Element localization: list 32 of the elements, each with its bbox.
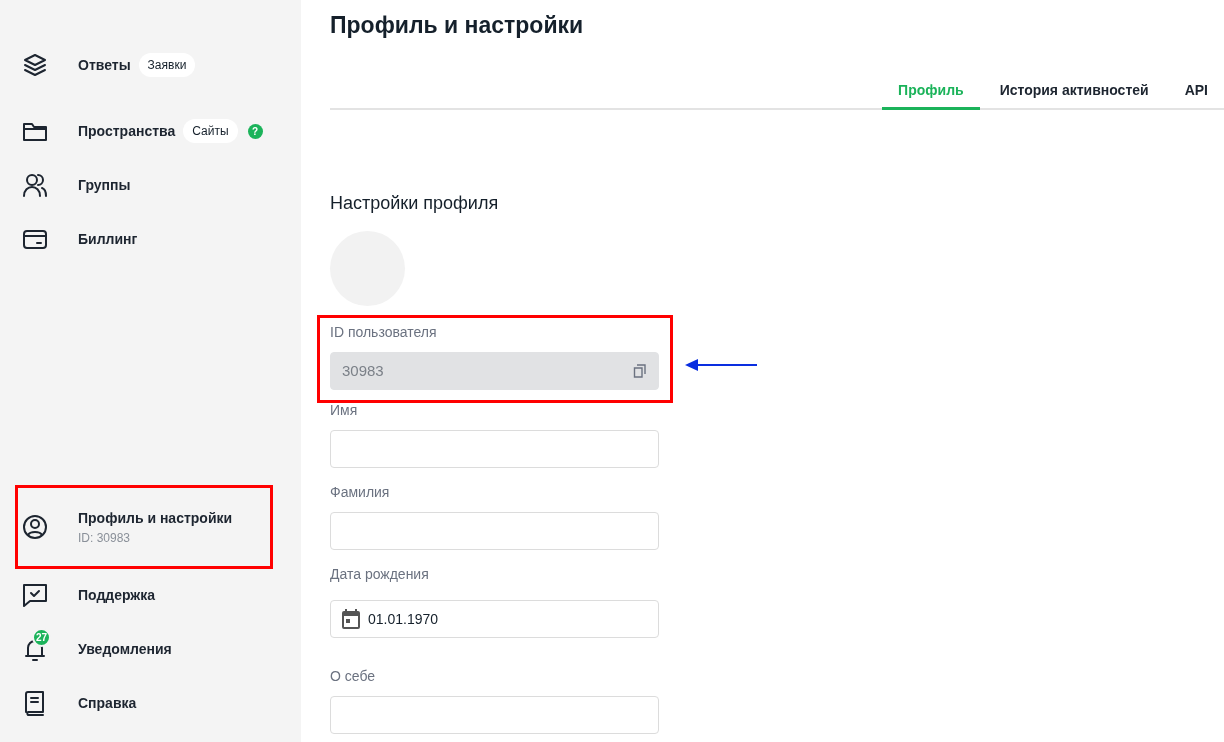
sidebar-item[interactable]: Ответы Заявки (18, 40, 270, 90)
sidebar-item[interactable]: Биллинг (18, 212, 270, 266)
date-field[interactable]: 01.01.1970 (330, 600, 659, 638)
copy-icon[interactable] (633, 364, 647, 378)
tab[interactable]: История активностей (983, 74, 1165, 110)
field-label: ID пользователя (330, 323, 437, 342)
input-field[interactable] (330, 512, 659, 550)
users-icon (22, 172, 48, 198)
page-title: Профиль и настройки (330, 11, 585, 40)
input-field[interactable] (330, 430, 659, 468)
sidebar-item[interactable]: Поддержка (18, 568, 270, 622)
sidebar-item[interactable]: 27 Уведомления (18, 622, 270, 676)
sidebar-item[interactable]: Группы (18, 158, 270, 212)
user-icon (22, 514, 48, 540)
user-id-text: ID: 30983 (78, 529, 132, 547)
tag: Заявки (138, 53, 196, 77)
sidebar-item[interactable]: Справка (18, 676, 270, 730)
field-label: Фамилия (330, 483, 390, 502)
layers-icon (22, 52, 48, 78)
chat-icon (22, 582, 48, 608)
section-title: Настройки профиля (330, 192, 500, 215)
calendar-icon (342, 609, 360, 629)
sidebar-item[interactable]: Пространства Сайты ? (18, 104, 270, 158)
tab[interactable]: API (1168, 74, 1224, 110)
field-label: Дата рождения (330, 565, 429, 584)
sidebar-item[interactable]: Профиль и настройки ID: 30983 (18, 488, 270, 566)
arrow (685, 358, 757, 372)
count-badge: 27 (32, 628, 51, 647)
tag: Сайты (183, 119, 238, 143)
field-label: Имя (330, 401, 358, 420)
input-field[interactable] (330, 696, 659, 734)
field-label: О себе (330, 667, 376, 686)
